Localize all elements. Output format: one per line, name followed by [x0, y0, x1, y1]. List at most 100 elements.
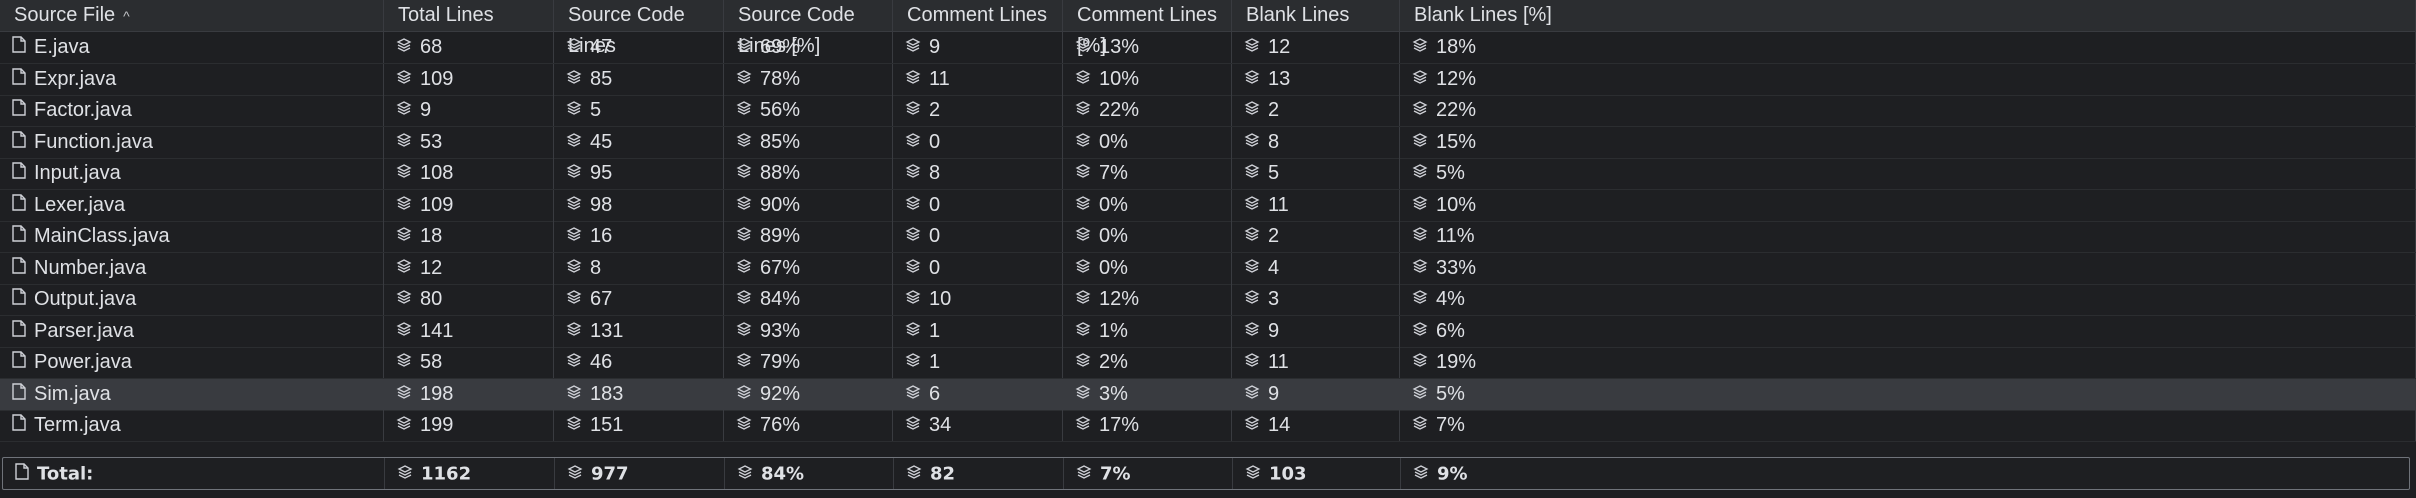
cell-blankp: 4% [1400, 284, 2416, 315]
total-row: Total: 1162 977 84% 82 7% 103 9% [2, 457, 2410, 490]
cell-value: 103 [1269, 463, 1307, 485]
layers-icon [905, 95, 921, 126]
cell-srcp: 78% [724, 63, 893, 95]
cell-src: 16 [554, 221, 724, 252]
cell-value: 4 [1268, 256, 1280, 279]
layers-icon [1076, 459, 1092, 490]
cell-srcp: 90% [724, 189, 893, 221]
cell-value: 46 [590, 351, 613, 374]
file-icon [12, 95, 26, 126]
layers-icon [396, 95, 412, 126]
cell-value: 19% [1436, 351, 1477, 374]
table-row[interactable]: Output.java 80 67 84% 10 12% 3 4% [0, 284, 2416, 316]
cell-value: 17% [1099, 414, 1140, 437]
cell-blank: 3 [1232, 284, 1400, 315]
table-row[interactable]: Expr.java 109 85 78% 11 10% 13 12% [0, 63, 2416, 96]
cell-value: 22% [1436, 99, 1477, 122]
cell-com: 0 [893, 189, 1063, 221]
cell-com: 0 [893, 252, 1063, 284]
cell-blankp: 18% [1400, 32, 2416, 63]
layers-icon [736, 379, 752, 410]
layers-icon [905, 410, 921, 441]
cell-value: Total: [37, 463, 94, 485]
table-row[interactable]: Power.java 58 46 79% 1 2% 11 19% [0, 347, 2416, 379]
cell-file: Number.java [0, 252, 384, 284]
file-icon [15, 459, 29, 490]
table-row[interactable]: Input.java 108 95 88% 8 7% 5 5% [0, 158, 2416, 190]
layers-icon [566, 158, 582, 189]
table-row[interactable]: E.java 68 47 69% 9 13% 12 18% [0, 32, 2416, 64]
layers-icon [905, 221, 921, 252]
cell-comp: 7% [1064, 458, 1233, 489]
column-header-srcp[interactable]: Source Code Lines [%] [724, 0, 893, 57]
cell-file: Input.java [0, 158, 384, 189]
cell-com: 82 [894, 458, 1064, 489]
table-row[interactable]: Function.java 53 45 85% 0 0% 8 15% [0, 126, 2416, 159]
cell-value: 33% [1436, 256, 1477, 279]
column-header-blank[interactable]: Blank Lines [1232, 0, 1400, 31]
cell-blankp: 7% [1400, 410, 2416, 441]
cell-file: Output.java [0, 284, 384, 315]
cell-value: 67% [760, 256, 801, 279]
sort-ascending-icon[interactable]: ^ [123, 8, 130, 24]
cell-blankp: 5% [1400, 378, 2416, 410]
cell-value: 6% [1436, 319, 1465, 342]
cell-value: 18% [1436, 36, 1477, 59]
table-row[interactable]: Number.java 12 8 67% 0 0% 4 33% [0, 252, 2416, 285]
layers-icon [1412, 410, 1428, 441]
cell-value: 1162 [421, 463, 472, 485]
layers-icon [1244, 347, 1260, 378]
layers-icon [1075, 410, 1091, 441]
cell-comp: 13% [1063, 32, 1232, 63]
layers-icon [1244, 32, 1260, 63]
cell-value: 15% [1436, 130, 1477, 153]
cell-value: 108 [420, 162, 454, 185]
layers-icon [1075, 158, 1091, 189]
file-icon [12, 32, 26, 63]
column-header-label: Blank Lines [1246, 4, 1350, 26]
layers-icon [1075, 95, 1091, 126]
cell-srcp: 84% [725, 458, 894, 489]
cell-value: 68 [420, 36, 443, 59]
cell-value: Parser.java [34, 319, 135, 342]
table-row[interactable]: Lexer.java 109 98 90% 0 0% 11 10% [0, 189, 2416, 222]
column-header-comp[interactable]: Comment Lines [%] [1063, 0, 1232, 57]
layers-icon [1412, 316, 1428, 347]
cell-value: 7% [1099, 162, 1128, 185]
cell-value: 2% [1099, 351, 1128, 374]
cell-value: 2 [929, 99, 941, 122]
layers-icon [736, 95, 752, 126]
column-header-com[interactable]: Comment Lines [893, 0, 1063, 31]
cell-blankp: 10% [1400, 189, 2416, 221]
cell-com: 1 [893, 347, 1063, 378]
table-row[interactable]: MainClass.java 18 16 89% 0 0% 2 11% [0, 221, 2416, 253]
cell-total: 199 [384, 410, 554, 441]
table-row[interactable]: Factor.java 9 5 56% 2 22% 2 22% [0, 95, 2416, 127]
cell-value: 13 [1268, 67, 1291, 90]
cell-src: 977 [555, 458, 725, 489]
column-header-blankp[interactable]: Blank Lines [%] [1400, 0, 2416, 31]
table-row[interactable]: Parser.java 141 131 93% 1 1% 9 6% [0, 315, 2416, 348]
cell-value: 80 [420, 288, 443, 311]
cell-value: 0% [1099, 193, 1128, 216]
column-header-total[interactable]: Total Lines [384, 0, 554, 31]
cell-value: 109 [420, 67, 454, 90]
cell-value: 1 [929, 319, 941, 342]
cell-file: Term.java [0, 410, 384, 441]
file-icon [12, 284, 26, 315]
cell-com: 34 [893, 410, 1063, 441]
cell-srcp: 88% [724, 158, 893, 189]
cell-value: 84% [761, 463, 805, 485]
layers-icon [905, 127, 921, 158]
layers-icon [396, 32, 412, 63]
layers-icon [1244, 64, 1260, 95]
cell-value: 3% [1099, 382, 1128, 405]
table-row[interactable]: Term.java 199 151 76% 34 17% 14 7% [0, 410, 2416, 442]
table-row[interactable]: Sim.java 198 183 92% 6 3% 9 5% [0, 378, 2416, 411]
cell-value: 11% [1436, 225, 1475, 248]
column-header-file[interactable]: Source File ^ [0, 0, 384, 31]
column-header-src[interactable]: Source Code Lines [554, 0, 724, 57]
cell-value: 5 [1268, 162, 1280, 185]
layers-icon [1075, 379, 1091, 410]
cell-srcp: 67% [724, 252, 893, 284]
